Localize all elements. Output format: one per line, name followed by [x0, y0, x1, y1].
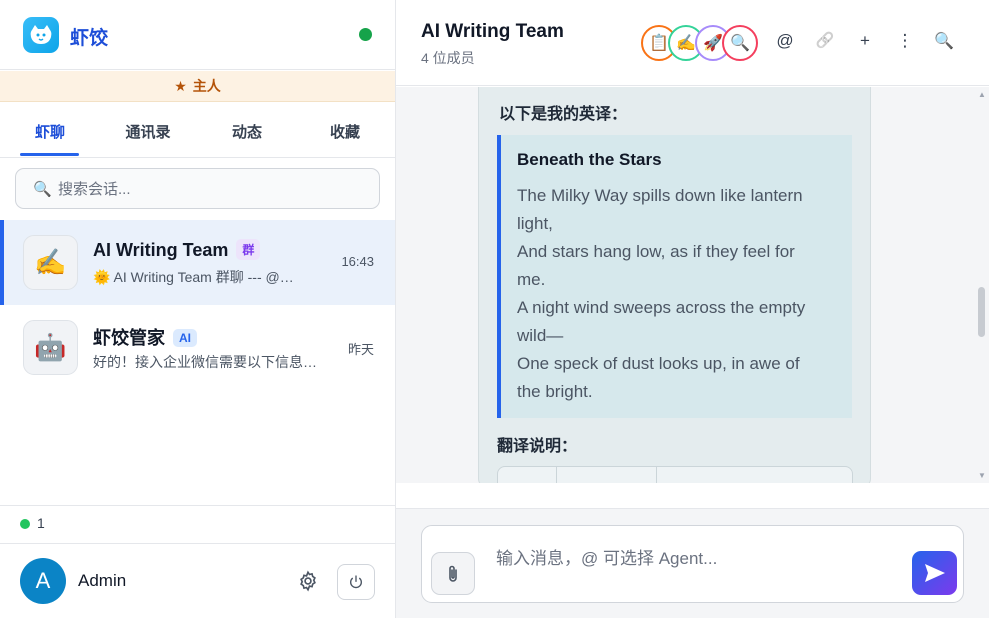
- clipboard-icon: 📋: [649, 35, 669, 52]
- conversation-search: 🔍: [15, 168, 380, 209]
- ai-badge: AI: [173, 329, 197, 347]
- search-icon: 🔍: [934, 33, 954, 50]
- notes-table: [497, 466, 853, 483]
- connection-status-dot: [359, 28, 372, 41]
- send-icon: [924, 564, 945, 582]
- logout-button[interactable]: [337, 564, 375, 600]
- writing-hand-icon: ✍️: [676, 35, 696, 52]
- power-icon: [350, 575, 362, 589]
- online-counter: 1: [0, 505, 395, 543]
- conversation-time: 昨天: [347, 342, 374, 357]
- online-count: 1: [37, 515, 45, 531]
- tab-moments[interactable]: 动态: [212, 121, 282, 142]
- blockquote: Beneath the Stars The Milky Way spills d…: [497, 135, 852, 418]
- member-count: 4 位成员: [421, 50, 475, 66]
- robot-icon: 🤖: [34, 332, 67, 362]
- avatar[interactable]: A: [20, 558, 66, 604]
- more-button[interactable]: ⋮: [894, 31, 916, 55]
- message-input[interactable]: [496, 544, 896, 574]
- poem-line: And stars hang low, as if they feel for: [517, 242, 795, 261]
- role-bar: ★ 主人: [0, 71, 395, 102]
- table-divider: [656, 467, 657, 483]
- writing-hand-icon: ✍️: [34, 247, 67, 277]
- paperclip-icon: [449, 565, 457, 582]
- link-button[interactable]: 🔗: [814, 31, 836, 55]
- brand-name: 虾饺: [70, 28, 109, 49]
- tab-contacts[interactable]: 通讯录: [113, 121, 183, 142]
- chat-header: AI Writing Team 4 位成员 📋 ✍️ 🚀 🔍 @ 🔗 + ⋮ 🔍: [396, 0, 989, 86]
- member-avatar[interactable]: 🔍: [722, 25, 758, 61]
- notes-heading: 翻译说明：: [497, 438, 578, 455]
- chat-title: AI Writing Team: [421, 21, 564, 42]
- scroll-thumb[interactable]: [978, 287, 985, 337]
- poem-title: Beneath the Stars: [517, 150, 662, 169]
- group-avatar: ✍️: [23, 235, 78, 290]
- message-scrollbar[interactable]: ▲ ▼: [975, 87, 989, 483]
- conversation-title-text: 虾饺管家: [93, 328, 165, 348]
- tab-chats[interactable]: 虾聊: [15, 121, 85, 142]
- composer: [421, 525, 964, 603]
- search-icon: 🔍: [33, 181, 52, 198]
- online-dot-icon: [20, 519, 30, 529]
- mention-button[interactable]: @: [774, 31, 796, 55]
- magnifier-icon: 🔍: [730, 35, 750, 52]
- add-icon: +: [860, 31, 870, 50]
- message-bubble: 以下是我的英译： Beneath the Stars The Milky Way…: [478, 87, 871, 483]
- tab-favorites[interactable]: 收藏: [310, 121, 380, 142]
- poem-line: A night wind sweeps across the empty: [517, 298, 806, 317]
- chat-panel: AI Writing Team 4 位成员 📋 ✍️ 🚀 🔍 @ 🔗 + ⋮ 🔍…: [396, 0, 989, 618]
- settings-button[interactable]: [293, 566, 323, 596]
- conversation-item-ai-writing-team[interactable]: ✍️ AI Writing Team 群 🌞 AI Writing Team 群聊…: [0, 220, 395, 305]
- conversation-preview: 🌞 AI Writing Team 群聊 --- @…: [93, 269, 294, 285]
- poem-line: The Milky Way spills down like lantern: [517, 186, 803, 205]
- sidebar-tabs: 虾聊 通讯录 动态 收藏: [0, 103, 395, 158]
- message-intro: 以下是我的英译：: [499, 106, 628, 123]
- conversation-title: AI Writing Team 群: [93, 239, 261, 261]
- active-tab-indicator: [20, 153, 79, 156]
- bot-avatar: 🤖: [23, 320, 78, 375]
- poem-lines: The Milky Way spills down like lantern l…: [517, 182, 847, 406]
- user-bar: A Admin: [0, 543, 395, 618]
- rocket-icon: 🚀: [703, 35, 723, 52]
- table-divider: [556, 467, 557, 483]
- composer-area: [396, 508, 989, 618]
- group-badge: 群: [236, 239, 261, 260]
- sidebar: 虾饺 ★ 主人 虾聊 通讯录 动态 收藏 🔍 ✍️ AI Writing Tea…: [0, 0, 396, 618]
- scroll-up-icon[interactable]: ▲: [978, 90, 986, 99]
- search-input[interactable]: [58, 178, 358, 200]
- poem-line: wild—: [517, 326, 564, 345]
- add-member-button[interactable]: +: [854, 31, 876, 55]
- poem-line: One speck of dust looks up, in awe of: [517, 354, 800, 373]
- more-icon: ⋮: [896, 31, 914, 50]
- message-list[interactable]: 以下是我的英译： Beneath the Stars The Milky Way…: [396, 87, 989, 483]
- poem-line: light,: [517, 214, 553, 233]
- at-icon: @: [776, 31, 794, 50]
- scroll-down-icon[interactable]: ▼: [978, 471, 986, 480]
- send-button[interactable]: [912, 551, 957, 595]
- poem-line: me.: [517, 270, 546, 289]
- search-chat-button[interactable]: 🔍: [933, 31, 955, 55]
- conversation-title: 虾饺管家 AI: [93, 324, 197, 350]
- star-icon: ★: [174, 77, 187, 94]
- app-logo-icon: [23, 17, 59, 53]
- conversation-preview: 好的！接入企业微信需要以下信息…: [93, 354, 317, 370]
- attach-button[interactable]: [431, 552, 475, 595]
- poem-line: the bright.: [517, 382, 593, 401]
- brand-header: 虾饺: [0, 0, 395, 70]
- gear-icon: [300, 570, 316, 592]
- user-name: Admin: [78, 571, 127, 590]
- conversation-title-text: AI Writing Team: [93, 240, 229, 260]
- link-icon: 🔗: [815, 32, 835, 49]
- role-label: 主人: [192, 78, 221, 94]
- conversation-item-assistant[interactable]: 🤖 虾饺管家 AI 好的！接入企业微信需要以下信息… 昨天: [0, 305, 395, 390]
- conversation-time: 16:43: [341, 254, 374, 269]
